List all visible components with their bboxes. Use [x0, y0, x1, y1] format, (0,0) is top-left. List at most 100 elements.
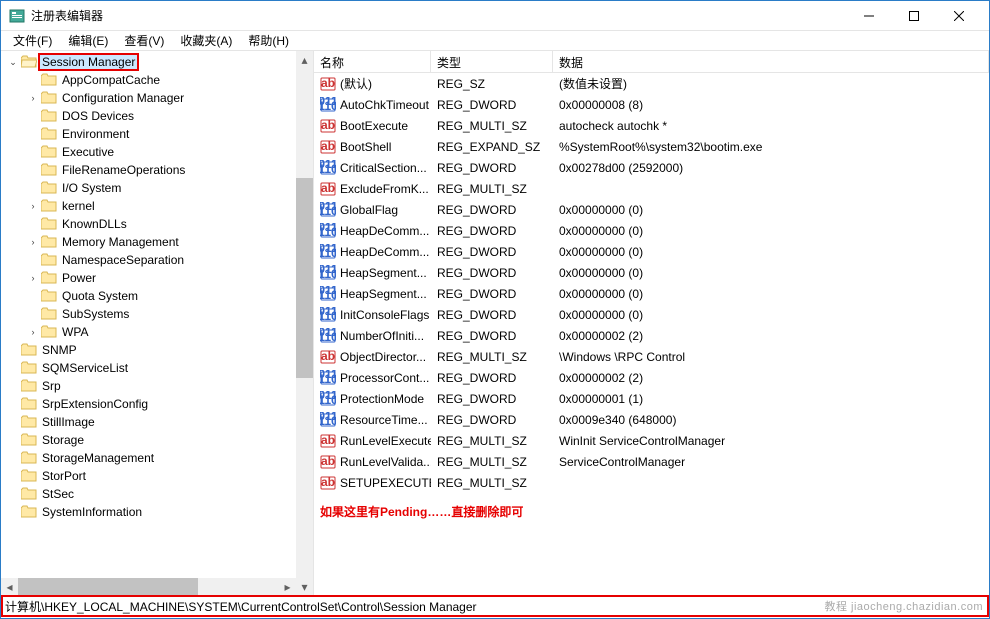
list-item[interactable]: abRunLevelValida...REG_MULTI_SZServiceCo… — [314, 451, 989, 472]
value-name: RunLevelExecute — [340, 434, 431, 448]
list-item[interactable]: 011110ProcessorCont...REG_DWORD0x0000000… — [314, 367, 989, 388]
list-item[interactable]: abExcludeFromK...REG_MULTI_SZ — [314, 178, 989, 199]
value-type: REG_DWORD — [431, 308, 553, 322]
value-name: ProcessorCont... — [340, 371, 429, 385]
list-item[interactable]: 011110ProtectionModeREG_DWORD0x00000001 … — [314, 388, 989, 409]
list-item[interactable]: 011110AutoChkTimeoutREG_DWORD0x00000008 … — [314, 94, 989, 115]
value-type: REG_DWORD — [431, 98, 553, 112]
list-item[interactable]: 011110HeapDeComm...REG_DWORD0x00000000 (… — [314, 220, 989, 241]
value-type: REG_DWORD — [431, 287, 553, 301]
values-list[interactable]: ab(默认)REG_SZ(数值未设置)011110AutoChkTimeoutR… — [314, 73, 989, 493]
tree-item[interactable]: ›NamespaceSeparation — [1, 251, 313, 269]
list-item[interactable]: abBootExecuteREG_MULTI_SZautocheck autoc… — [314, 115, 989, 136]
tree-item[interactable]: ›Environment — [1, 125, 313, 143]
vertical-scrollbar[interactable]: ▴ ▾ — [296, 51, 313, 595]
chevron-down-icon[interactable]: ⌄ — [7, 56, 19, 68]
tree-item[interactable]: ›DOS Devices — [1, 107, 313, 125]
scroll-htrack[interactable] — [18, 578, 279, 595]
folder-icon — [41, 271, 57, 285]
list-item[interactable]: abObjectDirector...REG_MULTI_SZ\Windows … — [314, 346, 989, 367]
list-item[interactable]: 011110InitConsoleFlagsREG_DWORD0x0000000… — [314, 304, 989, 325]
minimize-button[interactable] — [846, 1, 891, 30]
scroll-track[interactable] — [296, 68, 313, 578]
list-item[interactable]: 011110HeapSegment...REG_DWORD0x00000000 … — [314, 262, 989, 283]
tree-item[interactable]: ›StorPort — [1, 467, 313, 485]
tree-item[interactable]: ›Executive — [1, 143, 313, 161]
value-name: NumberOfIniti... — [340, 329, 424, 343]
tree-item[interactable]: ›Memory Management — [1, 233, 313, 251]
tree-item[interactable]: ›WPA — [1, 323, 313, 341]
folder-icon — [21, 505, 37, 519]
chevron-right-icon[interactable]: › — [27, 236, 39, 248]
tree-item[interactable]: ›Storage — [1, 431, 313, 449]
tree-item[interactable]: ›StillImage — [1, 413, 313, 431]
value-name: HeapDeComm... — [340, 245, 429, 259]
list-item[interactable]: 011110CriticalSection...REG_DWORD0x00278… — [314, 157, 989, 178]
tree-item[interactable]: ›SystemInformation — [1, 503, 313, 521]
registry-tree[interactable]: ⌄Session Manager›AppCompatCache›Configur… — [1, 51, 313, 578]
value-data: 0x00000002 (2) — [553, 371, 989, 385]
scroll-thumb[interactable] — [296, 178, 313, 378]
list-item[interactable]: 011110GlobalFlagREG_DWORD0x00000000 (0) — [314, 199, 989, 220]
chevron-right-icon[interactable]: › — [27, 272, 39, 284]
chevron-right-icon[interactable]: › — [27, 200, 39, 212]
menu-help[interactable]: 帮助(H) — [240, 30, 297, 51]
tree-item[interactable]: ›KnownDLLs — [1, 215, 313, 233]
value-type: REG_DWORD — [431, 161, 553, 175]
svg-text:ab: ab — [321, 433, 335, 447]
scroll-up-icon[interactable]: ▴ — [296, 51, 313, 68]
list-item[interactable]: ab(默认)REG_SZ(数值未设置) — [314, 73, 989, 94]
column-type[interactable]: 类型 — [431, 51, 553, 72]
tree-item[interactable]: ›Power — [1, 269, 313, 287]
list-item[interactable]: abSETUPEXECUTEREG_MULTI_SZ — [314, 472, 989, 493]
scroll-left-icon[interactable]: ◂ — [1, 578, 18, 595]
folder-icon — [41, 163, 57, 177]
tree-item[interactable]: ›Configuration Manager — [1, 89, 313, 107]
tree-item[interactable]: ›Srp — [1, 377, 313, 395]
svg-text:110: 110 — [320, 288, 336, 302]
list-item[interactable]: 011110NumberOfIniti...REG_DWORD0x0000000… — [314, 325, 989, 346]
string-value-icon: ab — [320, 349, 336, 365]
menu-file[interactable]: 文件(F) — [5, 30, 60, 51]
column-data[interactable]: 数据 — [553, 51, 989, 72]
svg-text:110: 110 — [320, 372, 336, 386]
tree-item-label: SQMServiceList — [40, 361, 130, 375]
list-item[interactable]: 011110HeapDeComm...REG_DWORD0x00000000 (… — [314, 241, 989, 262]
scroll-hthumb[interactable] — [18, 578, 198, 595]
svg-text:110: 110 — [320, 225, 336, 239]
tree-item[interactable]: ›kernel — [1, 197, 313, 215]
tree-item[interactable]: ›Quota System — [1, 287, 313, 305]
menu-favorites[interactable]: 收藏夹(A) — [172, 30, 240, 51]
list-item[interactable]: 011110ResourceTime...REG_DWORD0x0009e340… — [314, 409, 989, 430]
value-type: REG_DWORD — [431, 203, 553, 217]
list-item[interactable]: abBootShellREG_EXPAND_SZ%SystemRoot%\sys… — [314, 136, 989, 157]
chevron-right-icon[interactable]: › — [27, 92, 39, 104]
tree-item[interactable]: ›AppCompatCache — [1, 71, 313, 89]
tree-item[interactable]: ⌄Session Manager — [1, 53, 313, 71]
tree-item[interactable]: ›StorageManagement — [1, 449, 313, 467]
titlebar: 注册表编辑器 — [1, 1, 989, 31]
menu-edit[interactable]: 编辑(E) — [60, 30, 116, 51]
list-item[interactable]: 011110HeapSegment...REG_DWORD0x00000000 … — [314, 283, 989, 304]
tree-item[interactable]: ›SQMServiceList — [1, 359, 313, 377]
scroll-down-icon[interactable]: ▾ — [296, 578, 313, 595]
list-item[interactable]: abRunLevelExecuteREG_MULTI_SZWinInit Ser… — [314, 430, 989, 451]
close-button[interactable] — [936, 1, 981, 30]
scroll-right-icon[interactable]: ▸ — [279, 578, 296, 595]
value-data: 0x00278d00 (2592000) — [553, 161, 989, 175]
tree-item[interactable]: ›I/O System — [1, 179, 313, 197]
menu-view[interactable]: 查看(V) — [116, 30, 172, 51]
tree-item[interactable]: ›SrpExtensionConfig — [1, 395, 313, 413]
tree-item-label: SystemInformation — [40, 505, 144, 519]
column-name[interactable]: 名称 — [314, 51, 431, 72]
maximize-button[interactable] — [891, 1, 936, 30]
tree-item[interactable]: ›SNMP — [1, 341, 313, 359]
value-name: HeapSegment... — [340, 266, 427, 280]
horizontal-scrollbar[interactable]: ◂ ▸ — [1, 578, 296, 595]
tree-item[interactable]: ›StSec — [1, 485, 313, 503]
chevron-right-icon[interactable]: › — [27, 326, 39, 338]
tree-item[interactable]: ›SubSystems — [1, 305, 313, 323]
value-data: (数值未设置) — [553, 75, 989, 92]
tree-item[interactable]: ›FileRenameOperations — [1, 161, 313, 179]
binary-value-icon: 011110 — [320, 265, 336, 281]
